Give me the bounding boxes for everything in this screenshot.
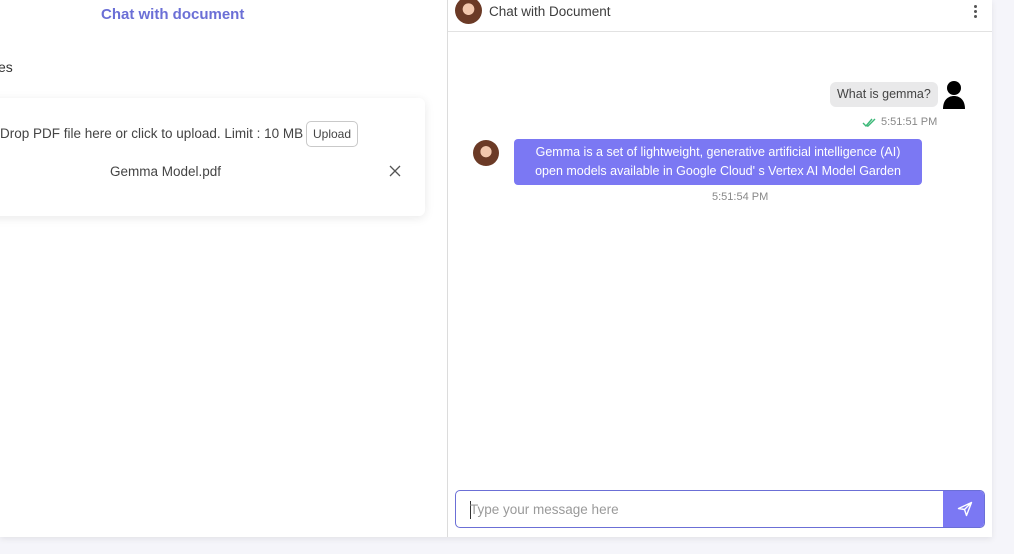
chat-panel: Chat with Document What is gemma? 5:51:5…: [448, 0, 992, 537]
page-title: Chat with document: [101, 6, 245, 23]
bot-message-bubble: Gemma is a set of lightweight, generativ…: [514, 139, 922, 185]
user-avatar-icon: [942, 80, 966, 110]
dropzone-text: Drop PDF file here or click to upload. L…: [0, 126, 304, 141]
upload-dropzone[interactable]: Drop PDF file here or click to upload. L…: [0, 98, 425, 216]
user-message-meta: 5:51:51 PM: [862, 116, 937, 128]
user-message-time: 5:51:51 PM: [881, 116, 938, 128]
document-panel: Chat with document es Drop PDF file here…: [0, 0, 447, 537]
double-check-icon: [862, 118, 876, 127]
section-label: es: [0, 59, 13, 75]
chat-title: Chat with Document: [489, 4, 611, 19]
user-message-bubble: What is gemma?: [830, 82, 938, 107]
message-input[interactable]: [456, 491, 942, 527]
send-button[interactable]: [943, 491, 984, 527]
bot-avatar: [455, 0, 482, 24]
message-composer: [455, 490, 985, 528]
remove-file-button[interactable]: [385, 161, 405, 181]
kebab-menu-icon[interactable]: [968, 2, 982, 20]
close-icon: [389, 165, 401, 177]
bot-message-time: 5:51:54 PM: [712, 191, 769, 203]
app-window: Chat with document es Drop PDF file here…: [0, 0, 992, 537]
upload-button[interactable]: Upload: [306, 121, 359, 147]
uploaded-file-name: Gemma Model.pdf: [110, 164, 222, 179]
send-icon: [957, 501, 972, 517]
bot-avatar: [473, 140, 499, 166]
chat-header: Chat with Document: [448, 0, 992, 32]
